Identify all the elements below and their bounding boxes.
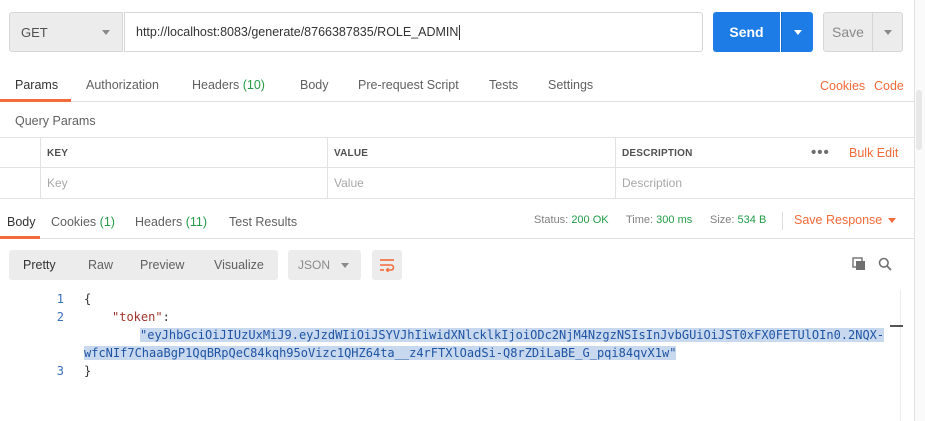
divider <box>782 212 783 230</box>
view-preview[interactable]: Preview <box>140 250 184 280</box>
cookies-link[interactable]: Cookies <box>820 79 865 93</box>
line-number: 1 <box>56 292 64 306</box>
tab-tests[interactable]: Tests <box>489 78 518 92</box>
tab-pre-request-script[interactable]: Pre-request Script <box>358 78 459 92</box>
description-input[interactable]: Description <box>615 168 914 198</box>
query-params-table: KEY VALUE DESCRIPTION ••• Bulk Edit Key … <box>0 137 914 199</box>
code-open-brace: { <box>84 292 92 306</box>
chevron-down-icon <box>884 30 892 35</box>
format-select[interactable]: JSON <box>288 250 361 280</box>
json-key: "token" <box>112 310 163 324</box>
json-string-value-cont: wfcNIf7ChaaBgP1QqBRpQeC84kqh95oVizc1QHZ6… <box>84 346 677 360</box>
tab-settings[interactable]: Settings <box>548 78 593 92</box>
active-tab-indicator <box>0 99 71 102</box>
time-readout: Time: 300 ms <box>626 214 693 226</box>
send-button[interactable]: Send <box>713 12 780 52</box>
active-tab-indicator <box>0 236 40 239</box>
status-readout: Status: 200 OK <box>534 214 609 226</box>
view-raw[interactable]: Raw <box>88 250 113 280</box>
send-options-button[interactable] <box>781 12 813 52</box>
response-headers-count: (11) <box>185 215 208 229</box>
view-pretty[interactable]: Pretty <box>23 250 56 280</box>
size-value: 534 B <box>737 214 767 226</box>
tab-test-results[interactable]: Test Results <box>229 215 297 229</box>
send-label: Send <box>729 24 764 40</box>
cookies-count: (1) <box>99 215 115 229</box>
method-label: GET <box>21 24 48 40</box>
tab-response-cookies[interactable]: Cookies (1) <box>51 215 115 229</box>
line-number: 3 <box>56 364 64 378</box>
save-label: Save <box>832 24 864 40</box>
save-button[interactable]: Save <box>823 12 873 52</box>
code-value-line-2: wfcNIf7ChaaBgP1QqBRpQeC84kqh95oVizc1QHZ6… <box>84 346 677 360</box>
json-colon: : <box>162 310 170 324</box>
scroll-marker <box>890 325 903 327</box>
tab-response-headers[interactable]: Headers (11) <box>135 215 207 229</box>
response-body-viewer[interactable]: 1 2 3 { "token": "eyJhbGciOiJIUzUxMiJ9.e… <box>0 290 914 421</box>
view-visualize[interactable]: Visualize <box>214 250 264 280</box>
code-key-line: "token": <box>112 310 170 324</box>
code-value-line-1: "eyJhbGciOiJIUzUxMiJ9.eyJzdWIiOiJSYVJhIi… <box>140 328 885 342</box>
table-header-row: KEY VALUE DESCRIPTION ••• Bulk Edit <box>0 138 914 168</box>
code-link[interactable]: Code <box>874 79 904 93</box>
code-close-brace: } <box>84 364 92 378</box>
time-value: 300 ms <box>656 214 693 226</box>
search-icon[interactable] <box>878 257 892 271</box>
status-value: 200 OK <box>571 214 609 226</box>
more-options-icon[interactable]: ••• <box>811 144 830 161</box>
tab-headers[interactable]: Headers (10) <box>192 78 265 92</box>
wrap-icon <box>380 259 395 272</box>
format-label: JSON <box>298 258 331 272</box>
size-readout: Size: 534 B <box>710 214 767 226</box>
url-text: http://localhost:8083/generate/876638783… <box>136 25 459 39</box>
column-key: KEY <box>40 138 327 168</box>
bulk-edit-link[interactable]: Bulk Edit <box>849 146 898 160</box>
scrollbar-thumb[interactable] <box>916 90 922 150</box>
key-input[interactable]: Key <box>40 168 327 198</box>
response-tabs: Body Cookies (1) Headers (11) Test Resul… <box>0 205 914 239</box>
overview-ruler <box>900 290 901 421</box>
request-tabs: Params Authorization Headers (10) Body P… <box>0 68 914 102</box>
wrap-lines-button[interactable] <box>372 250 402 280</box>
chevron-down-icon <box>888 218 897 224</box>
column-value: VALUE <box>327 138 615 168</box>
method-select[interactable]: GET <box>9 12 123 52</box>
value-input[interactable]: Value <box>327 168 615 198</box>
line-number: 2 <box>56 310 64 324</box>
view-mode-group: Pretty Raw Preview Visualize <box>9 250 278 280</box>
copy-icon[interactable] <box>852 257 866 271</box>
tab-params[interactable]: Params <box>15 78 58 92</box>
chevron-down-icon <box>794 30 802 35</box>
text-cursor <box>459 24 461 40</box>
headers-count: (10) <box>242 78 265 92</box>
chevron-down-icon <box>102 30 110 35</box>
save-response-button[interactable]: Save Response <box>794 213 897 227</box>
tab-response-body[interactable]: Body <box>7 215 36 229</box>
table-row: Key Value Description <box>0 168 914 198</box>
query-params-title: Query Params <box>15 114 96 128</box>
tab-body[interactable]: Body <box>300 78 329 92</box>
json-string-value: "eyJhbGciOiJIUzUxMiJ9.eyJzdWIiOiJSYVJhIi… <box>140 328 885 342</box>
scrollbar-track[interactable] <box>914 0 925 421</box>
chevron-down-icon <box>341 263 349 268</box>
url-input[interactable]: http://localhost:8083/generate/876638783… <box>124 12 703 52</box>
tab-authorization[interactable]: Authorization <box>86 78 159 92</box>
save-options-button[interactable] <box>873 12 903 52</box>
